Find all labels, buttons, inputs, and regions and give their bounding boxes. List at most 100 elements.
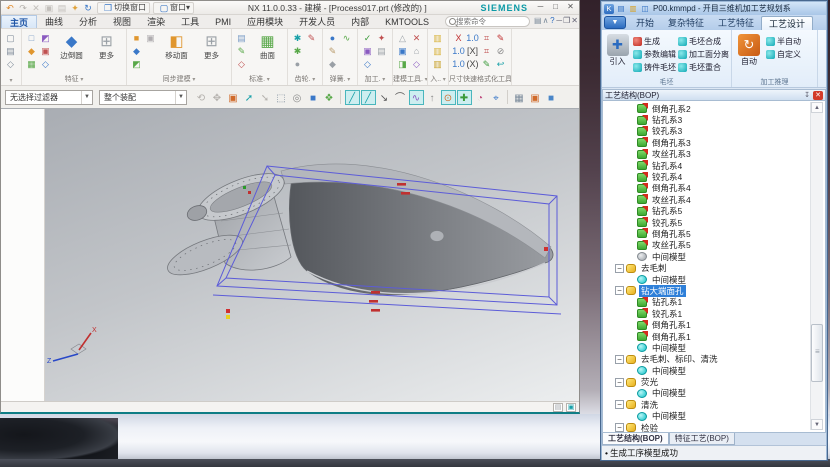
tree-node-检验[interactable]: −检验 <box>603 422 825 433</box>
ribbon-tool-icon[interactable]: ◆ <box>326 58 339 70</box>
promote-icon[interactable]: ➚ <box>242 90 257 105</box>
tree-node-铰孔系4[interactable]: 铰孔系4 <box>603 171 825 182</box>
tree-node-倒角孔系1[interactable]: 倒角孔系1 <box>603 319 825 330</box>
ribbon-tool-icon[interactable]: ▤ <box>235 32 248 44</box>
ribbon-group-label[interactable]: 标准. <box>232 74 287 84</box>
clip-info-icon[interactable]: ▤ <box>553 403 563 412</box>
view-section-icon[interactable]: ▦ <box>512 90 527 105</box>
capp-tab-复杂特征[interactable]: 复杂特征 <box>661 16 711 30</box>
ribbon-tool-icon[interactable]: ◇ <box>39 58 52 70</box>
monitor-icon[interactable]: ▣ <box>566 403 576 412</box>
bottom-tab-工艺结构(BOP)[interactable]: 工艺结构(BOP) <box>602 433 669 445</box>
capp-tab-工艺特征[interactable]: 工艺特征 <box>711 16 761 30</box>
import-button[interactable]: ✚ 引入 <box>604 33 631 76</box>
undo-icon[interactable]: ↶ <box>4 2 16 14</box>
ribbon-tool-icon[interactable]: ⌂ <box>410 45 423 57</box>
ribbon-item-毛坯合成[interactable]: 毛坯合成 <box>678 35 729 47</box>
pin-icon[interactable]: ↧ <box>804 91 810 99</box>
minimize-ribbon-icon[interactable]: ∧ <box>543 15 549 27</box>
paste-icon[interactable]: ▤ <box>56 2 68 14</box>
scrollbar-thumb[interactable] <box>811 324 823 382</box>
rectangle-select-icon[interactable]: ⬚ <box>274 90 289 105</box>
tab-主页[interactable]: 主页 <box>1 15 37 28</box>
scroll-up-arrow[interactable]: ▲ <box>811 102 823 113</box>
tree-node-攻丝孔系5[interactable]: 攻丝孔系5 <box>603 240 825 251</box>
snap-intersection-icon[interactable]: ✚ <box>457 90 472 105</box>
new-file-icon[interactable]: ▤ <box>616 4 626 14</box>
ribbon-tool-icon[interactable]: (X) <box>466 58 479 70</box>
tree-node-中间模型[interactable]: 中间模型 <box>603 274 825 285</box>
ribbon-tool-icon[interactable]: ▥ <box>431 58 444 70</box>
ribbon-tool-icon[interactable]: ◩ <box>130 58 143 70</box>
switch-window-button[interactable]: ❐切换窗口 <box>97 2 150 14</box>
ribbon-group-label[interactable] <box>1 77 21 84</box>
tree-node-钻孔系4[interactable]: 钻孔系4 <box>603 160 825 171</box>
ribbon-tool-icon[interactable]: 1.0 <box>452 45 465 57</box>
ribbon-tool-icon[interactable]: ✎ <box>494 32 507 44</box>
tree-node-倒角孔系2[interactable]: 倒角孔系2 <box>603 103 825 114</box>
ribbon-tool-icon[interactable]: ▣ <box>396 45 409 57</box>
nx-maximize-button[interactable]: □ <box>549 2 562 13</box>
help-icon[interactable]: ? <box>549 15 555 27</box>
tab-KMTOOLS[interactable]: KMTOOLS <box>377 15 437 28</box>
ribbon-button-边倒圆[interactable]: ◆边倒圆 <box>55 32 88 60</box>
nx-minimize-button[interactable]: ─ <box>534 2 547 13</box>
ribbon-item-铸件毛坯[interactable]: 铸件毛坯 <box>633 61 676 73</box>
capp-tab-开始[interactable]: 开始 <box>629 16 661 30</box>
ribbon-tool-icon[interactable]: ✎ <box>480 58 493 70</box>
ribbon-group-label[interactable]: 特征 <box>22 74 126 84</box>
tree-node-清洗[interactable]: −清洗 <box>603 399 825 410</box>
ribbon-tool-icon[interactable]: [X] <box>466 45 479 57</box>
tree-expander-icon[interactable]: − <box>615 264 624 273</box>
tree-node-铰孔系1[interactable]: 铰孔系1 <box>603 308 825 319</box>
open-file-icon[interactable]: ▥ <box>628 4 638 14</box>
capp-menu-button[interactable]: ▼ <box>604 16 626 29</box>
bottom-tab-特征工艺(BOP)[interactable]: 特征工艺(BOP) <box>669 433 735 445</box>
ribbon-tool-icon[interactable]: ▥ <box>431 45 444 57</box>
doc-minimize-button[interactable]: ─ <box>556 15 562 27</box>
ribbon-tool-icon[interactable]: ⌗ <box>480 32 493 44</box>
tree-node-中间模型[interactable]: 中间模型 <box>603 251 825 262</box>
snap-line-icon[interactable]: ╱ <box>345 90 360 105</box>
ribbon-group-label[interactable]: 同步建模 <box>127 74 231 84</box>
selection-filter-dropdown[interactable]: 无选择过滤器▼ <box>5 90 93 105</box>
ribbon-tool-icon[interactable]: ● <box>326 32 339 44</box>
tab-曲线[interactable]: 曲线 <box>37 15 71 28</box>
ribbon-tool-icon[interactable]: ■ <box>130 32 143 44</box>
ribbon-tool-icon[interactable]: ▤ <box>375 45 388 57</box>
selection-scope-dropdown[interactable]: 整个装配▼ <box>99 90 187 105</box>
cut-icon[interactable]: ✕ <box>30 2 42 14</box>
ribbon-tool-icon[interactable]: ✱ <box>291 32 304 44</box>
tree-node-铰孔系5[interactable]: 铰孔系5 <box>603 217 825 228</box>
doc-restore-button[interactable]: ❐ <box>563 15 570 27</box>
tree-node-中间模型[interactable]: 中间模型 <box>603 411 825 422</box>
ribbon-tool-icon[interactable]: △ <box>396 32 409 44</box>
command-search-box[interactable] <box>445 16 530 27</box>
snap-endpoint-icon[interactable]: ↘ <box>377 90 392 105</box>
window-menu-button[interactable]: ▢窗口 ▾ <box>153 2 194 14</box>
copy-icon[interactable]: ▣ <box>43 2 55 14</box>
ribbon-tool-icon[interactable]: ⌗ <box>480 45 493 57</box>
scroll-down-arrow[interactable]: ▼ <box>811 419 823 430</box>
ribbon-tool-icon[interactable]: ◆ <box>25 45 38 57</box>
ribbon-tool-icon[interactable]: ✎ <box>305 32 318 44</box>
tree-node-中间模型[interactable]: 中间模型 <box>603 365 825 376</box>
tab-分析[interactable]: 分析 <box>71 15 105 28</box>
ribbon-tool-icon[interactable]: ✓ <box>361 32 374 44</box>
window-grid-icon[interactable]: ▣ <box>528 90 543 105</box>
nx-close-button[interactable]: ✕ <box>564 2 577 13</box>
ribbon-tool-icon[interactable]: ⊘ <box>494 45 507 57</box>
snap-quadrant-icon[interactable]: ◔ <box>473 90 488 105</box>
snap-arc-icon[interactable]: ⌒ <box>393 90 408 105</box>
tab-开发人员[interactable]: 开发人员 <box>291 15 343 28</box>
tree-node-钻孔系3[interactable]: 钻孔系3 <box>603 114 825 125</box>
tab-内部[interactable]: 内部 <box>343 15 377 28</box>
ribbon-tool-icon[interactable]: ◇ <box>410 58 423 70</box>
tree-node-钻大端面孔[interactable]: −钻大端面孔 <box>603 285 825 296</box>
ribbon-tool-icon[interactable]: ▣ <box>39 45 52 57</box>
ribbon-tool-icon[interactable]: ◇ <box>361 58 374 70</box>
tab-视图[interactable]: 视图 <box>105 15 139 28</box>
ribbon-tool-icon[interactable]: ◆ <box>130 45 143 57</box>
ribbon-group-label[interactable]: 弹簧. <box>323 74 357 84</box>
window-display-icon[interactable]: ▤ <box>534 15 542 27</box>
